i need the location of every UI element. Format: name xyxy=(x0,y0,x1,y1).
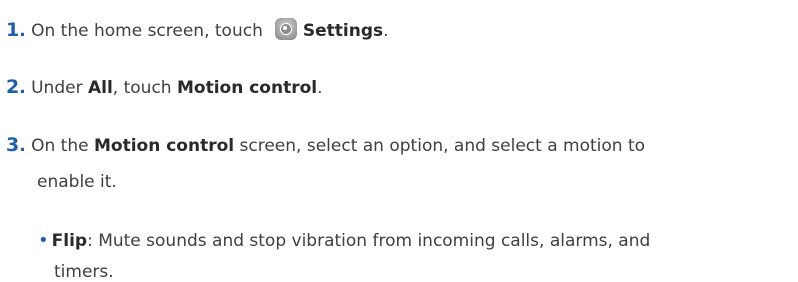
bullet-flip: • Flip: Mute sounds and stop vibration fr… xyxy=(38,230,650,251)
bullet-flip-bold: Flip xyxy=(51,231,88,251)
step-3-text-after: screen, select an option, and select a m… xyxy=(239,136,646,156)
step-3-bold: Motion control xyxy=(93,136,235,156)
step-1-text-after: . xyxy=(383,21,389,41)
step-3-number: 3 xyxy=(6,134,20,156)
step-1-number: 1 xyxy=(6,19,20,41)
step-2-text-before: Under xyxy=(31,78,83,98)
step-3-continuation: enable it. xyxy=(37,172,117,192)
step-2-text-after: . xyxy=(317,78,323,98)
step-2-text-mid: , touch xyxy=(112,78,172,98)
bullet-dot-icon: • xyxy=(38,230,49,251)
bullet-flip-continuation: timers. xyxy=(54,262,114,282)
step-1: 1. On the home screen, touch Settings. xyxy=(6,18,389,41)
step-1-text-before: On the home screen, touch xyxy=(31,21,263,41)
step-2-bold-1: All xyxy=(87,78,113,98)
settings-icon xyxy=(274,18,297,40)
bullet-flip-continuation-text: timers. xyxy=(54,262,114,282)
step-3-continuation-text: enable it. xyxy=(37,172,117,192)
step-3-number-dot: . xyxy=(19,136,26,156)
step-1-bold: Settings xyxy=(302,21,384,41)
step-3-text-before: On the xyxy=(31,136,89,156)
step-3: 3. On the Motion control screen, select … xyxy=(6,134,645,156)
step-2-bold-2: Motion control xyxy=(176,78,318,98)
step-1-number-dot: . xyxy=(19,21,26,41)
step-2-number: 2 xyxy=(6,76,20,98)
bullet-flip-text: : Mute sounds and stop vibration from in… xyxy=(87,231,651,251)
step-2: 2. Under All, touch Motion control. xyxy=(6,76,323,98)
step-2-number-dot: . xyxy=(19,78,26,98)
